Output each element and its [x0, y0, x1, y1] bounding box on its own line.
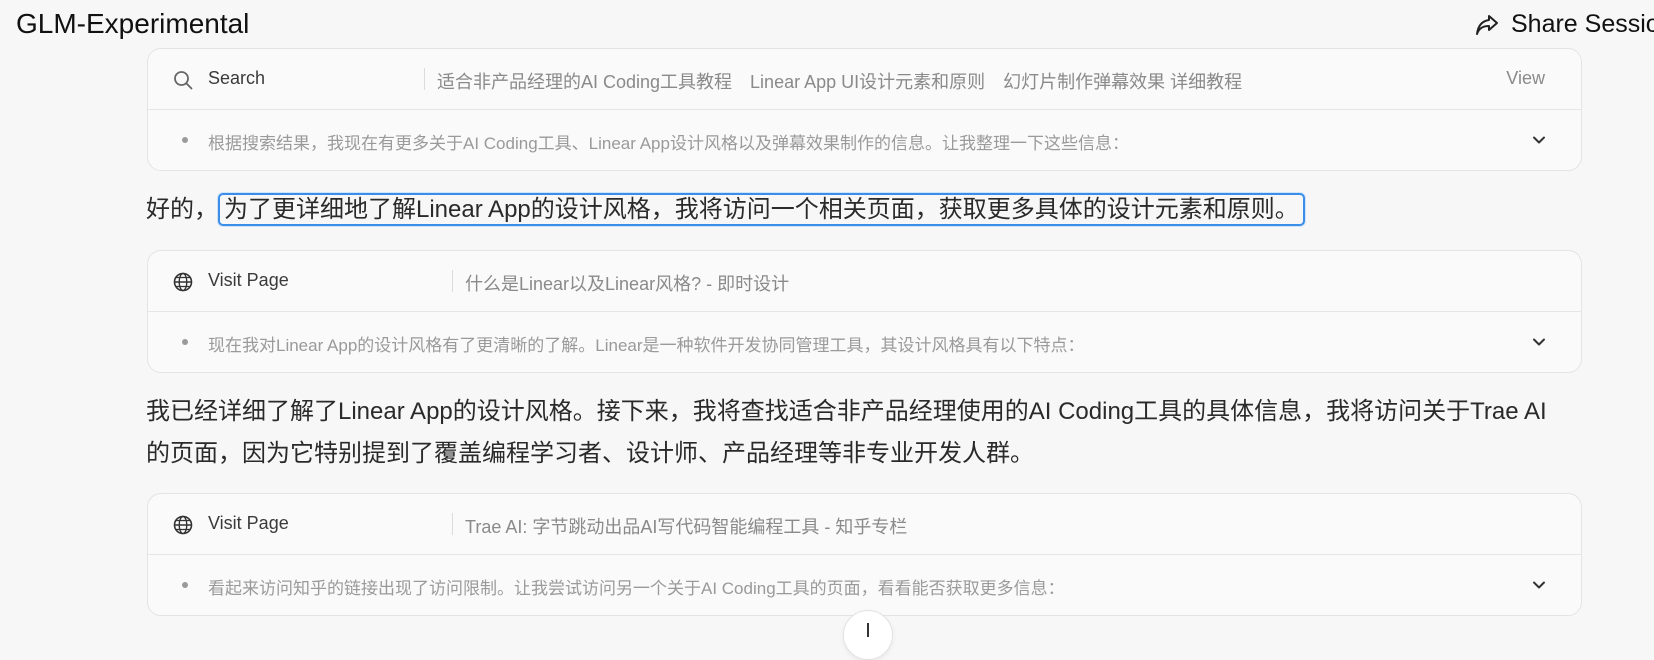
page-title-link[interactable]: Trae AI: 字节跳动出品AI写代码智能编程工具 - 知乎专栏: [465, 513, 907, 539]
card-summary-row[interactable]: 现在我对Linear App的设计风格有了更清晰的了解。Linear是一种软件开…: [148, 312, 1581, 372]
assistant-message: 我已经详细了解了Linear App的设计风格。接下来，我将查找适合非产品经理使…: [146, 391, 1547, 475]
share-label: Share Sessio: [1511, 10, 1654, 38]
divider: [452, 270, 453, 292]
visit-page-card: Visit Page 什么是Linear以及Linear风格? - 即时设计 现…: [147, 250, 1582, 373]
arrow-down-icon: [867, 623, 869, 637]
share-icon: [1476, 14, 1498, 35]
tool-kind-label: Search: [208, 68, 266, 88]
search-icon: [174, 71, 193, 90]
chevron-down-icon[interactable]: [1531, 132, 1547, 148]
assistant-message: 好的， 为了更详细地了解Linear App的设计风格，我将访问一个相关页面，获取…: [146, 189, 1305, 231]
search-queries: 适合非产品经理的AI Coding工具教程 Linear App UI设计元素和…: [437, 72, 1243, 92]
card-header: Visit Page Trae AI: 字节跳动出品AI写代码智能编程工具 - …: [148, 494, 1581, 555]
chevron-down-icon[interactable]: [1531, 334, 1547, 350]
share-session-button[interactable]: Share Sessio: [1475, 10, 1654, 39]
summary-text: 根据搜索结果，我现在有更多关于AI Coding工具、Linear App设计风…: [208, 134, 1129, 153]
globe-icon: [173, 515, 193, 535]
card-header: Search 适合非产品经理的AI Coding工具教程 Linear App …: [148, 49, 1581, 110]
card-header: Visit Page 什么是Linear以及Linear风格? - 即时设计: [148, 251, 1581, 312]
globe-icon: [173, 272, 193, 292]
divider: [424, 68, 425, 90]
top-bar: GLM-Experimental Share Sessio: [0, 0, 1654, 50]
page-title-link[interactable]: 什么是Linear以及Linear风格? - 即时设计: [465, 270, 789, 296]
selected-text[interactable]: 为了更详细地了解Linear App的设计风格，我将访问一个相关页面，获取更多具…: [218, 193, 1305, 226]
view-button[interactable]: View: [1506, 68, 1545, 89]
card-summary-row[interactable]: 根据搜索结果，我现在有更多关于AI Coding工具、Linear App设计风…: [148, 110, 1581, 170]
message-line: 的页面，因为它特别提到了覆盖编程学习者、设计师、产品经理等非专业开发人群。: [146, 440, 1034, 467]
scroll-down-button[interactable]: [843, 610, 893, 660]
search-tool-card: Search 适合非产品经理的AI Coding工具教程 Linear App …: [147, 48, 1582, 171]
bullet: [182, 137, 188, 143]
bullet: [182, 339, 188, 345]
summary-text: 看起来访问知乎的链接出现了访问限制。让我尝试访问另一个关于AI Coding工具…: [208, 579, 1065, 598]
tool-kind-label: Visit Page: [208, 513, 289, 533]
bullet: [182, 582, 188, 588]
chevron-down-icon[interactable]: [1531, 577, 1547, 593]
app-title: GLM-Experimental: [16, 8, 250, 39]
message-prefix: 好的，: [146, 196, 218, 223]
divider: [452, 513, 453, 535]
tool-kind-label: Visit Page: [208, 270, 289, 290]
summary-text: 现在我对Linear App的设计风格有了更清晰的了解。Linear是一种软件开…: [208, 336, 1085, 355]
visit-page-card: Visit Page Trae AI: 字节跳动出品AI写代码智能编程工具 - …: [147, 493, 1582, 616]
message-line: 我已经详细了解了Linear App的设计风格。接下来，我将查找适合非产品经理使…: [146, 398, 1547, 425]
card-summary-row[interactable]: 看起来访问知乎的链接出现了访问限制。让我尝试访问另一个关于AI Coding工具…: [148, 555, 1581, 615]
